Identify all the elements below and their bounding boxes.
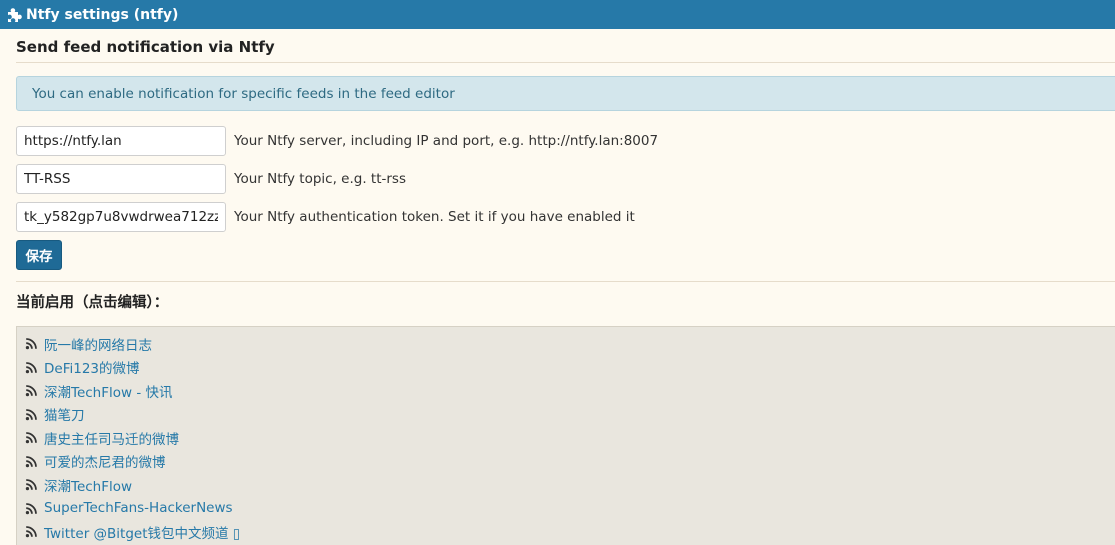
enabled-feeds-box: 阮一峰的网络日志 DeFi123的微博深潮TechFlow - 快讯 猫笔刀唐史主任…	[16, 326, 1115, 545]
topic-input[interactable]	[16, 164, 226, 194]
feed-item[interactable]: 可爱的杰尼君的微博	[25, 450, 1115, 474]
feed-item[interactable]: Twitter @Bitget钱包中文频道 ▯	[25, 520, 1115, 544]
feed-item[interactable]: DeFi123的微博	[25, 356, 1115, 380]
rss-icon	[25, 361, 37, 373]
token-input[interactable]	[16, 202, 226, 232]
rss-icon	[25, 408, 37, 420]
feed-link[interactable]: 猫笔刀	[44, 404, 85, 424]
feed-item[interactable]: 深潮TechFlow - 快讯	[25, 379, 1115, 403]
feed-item[interactable]: 阮一峰的网络日志	[25, 332, 1115, 356]
save-button[interactable]: 保存	[16, 240, 62, 270]
feed-item[interactable]: 深潮TechFlow	[25, 473, 1115, 497]
enabled-feeds-heading: 当前启用（点击编辑）：	[16, 295, 169, 311]
rss-icon	[25, 526, 37, 538]
feed-link[interactable]: 深潮TechFlow - 快讯	[44, 381, 173, 401]
panel-titlebar[interactable]: Ntfy settings (ntfy)	[0, 0, 1115, 29]
feed-link[interactable]: 深潮TechFlow	[44, 475, 132, 495]
feed-link[interactable]: 唐史主任司马迁的微博	[44, 428, 179, 448]
enabled-divider	[16, 281, 1115, 282]
server-hint: Your Ntfy server, including IP and port,…	[234, 133, 659, 149]
info-notice: You can enable notification for specific…	[16, 76, 1115, 111]
rss-icon	[25, 385, 37, 397]
rss-icon	[25, 455, 37, 467]
server-input[interactable]	[16, 126, 226, 156]
rss-icon	[25, 502, 37, 514]
feed-item[interactable]: 猫笔刀	[25, 403, 1115, 427]
feed-link[interactable]: DeFi123的微博	[44, 357, 140, 377]
rss-icon	[25, 338, 37, 350]
server-row: Your Ntfy server, including IP and port,…	[16, 126, 658, 156]
ntfy-settings-panel: Ntfy settings (ntfy) Send feed notificat…	[0, 0, 1115, 545]
feed-link[interactable]: 可爱的杰尼君的微博	[44, 451, 166, 471]
feed-link[interactable]: 阮一峰的网络日志	[44, 334, 152, 354]
topic-hint: Your Ntfy topic, e.g. tt-rss	[234, 171, 406, 187]
puzzle-piece-icon	[8, 7, 22, 22]
rss-icon	[25, 432, 37, 444]
feed-item[interactable]: 唐史主任司马迁的微博	[25, 426, 1115, 450]
topic-row: Your Ntfy topic, e.g. tt-rss	[16, 164, 406, 194]
feed-link[interactable]: Twitter @Bitget钱包中文频道 ▯	[44, 522, 240, 542]
token-row: Your Ntfy authentication token. Set it i…	[16, 202, 635, 232]
section-divider	[16, 62, 1115, 63]
section-heading: Send feed notification via Ntfy	[16, 38, 275, 56]
enabled-feeds-list: 阮一峰的网络日志 DeFi123的微博深潮TechFlow - 快讯 猫笔刀唐史主任…	[17, 327, 1115, 544]
feed-item[interactable]: SuperTechFans-HackerNews	[25, 497, 1115, 521]
feed-link[interactable]: SuperTechFans-HackerNews	[44, 500, 233, 516]
token-hint: Your Ntfy authentication token. Set it i…	[234, 209, 635, 225]
rss-icon	[25, 479, 37, 491]
panel-title: Ntfy settings (ntfy)	[26, 6, 179, 23]
